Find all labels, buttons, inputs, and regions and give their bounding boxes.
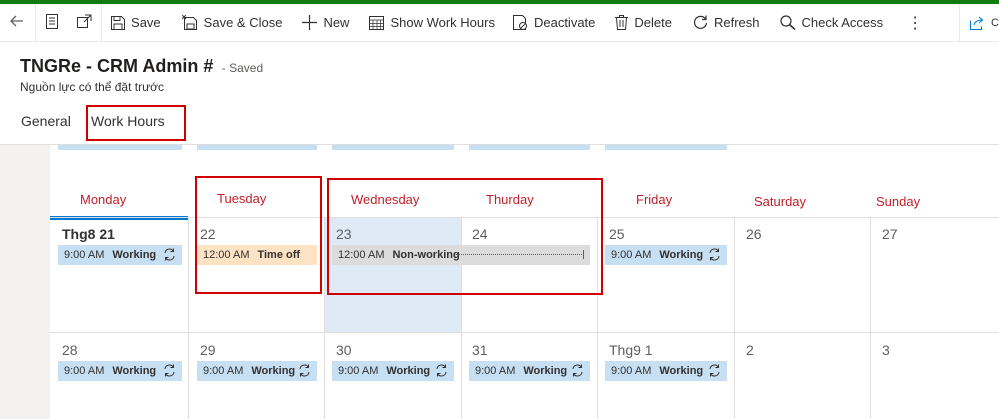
refresh-label: Refresh <box>713 15 760 30</box>
day-header-saturday: Saturday <box>754 194 807 209</box>
command-bar: Save Save & Close New Show Work Hours De… <box>0 3 999 42</box>
day-divider <box>188 218 189 419</box>
share-label: C <box>991 16 999 29</box>
event-time: 9:00 AM <box>475 365 516 377</box>
day-divider <box>734 218 735 419</box>
check-access-button[interactable]: Check Access <box>779 4 884 42</box>
date-cell-label[interactable]: 3 <box>882 342 890 358</box>
event-time: 9:00 AM <box>64 365 105 377</box>
record-title: TNGRe - CRM Admin # <box>20 56 214 76</box>
event-label: Working <box>386 365 431 377</box>
new-label: New <box>323 15 350 30</box>
form-icon <box>45 13 58 32</box>
tab-general[interactable]: General <box>21 113 71 129</box>
working-event[interactable]: 9:00 AM Working <box>469 361 590 381</box>
event-label: Working <box>112 249 157 261</box>
save-close-label: Save & Close <box>203 15 283 30</box>
date-cell-label[interactable]: 31 <box>472 342 488 358</box>
recurrence-icon <box>163 248 176 261</box>
date-cell-label[interactable]: 30 <box>336 342 352 358</box>
date-cell-label[interactable]: 25 <box>609 226 625 242</box>
event-time: 9:00 AM <box>611 249 652 261</box>
recurrence-icon <box>708 364 721 377</box>
record-header: TNGRe - CRM Admin # - Saved <box>20 56 263 77</box>
previous-week-event[interactable] <box>605 145 727 150</box>
toolbar-divider <box>959 3 961 42</box>
working-event[interactable]: 9:00 AM Working <box>605 361 727 381</box>
working-event[interactable]: 9:00 AM Working <box>58 245 182 265</box>
day-header-sunday: Sunday <box>876 194 921 209</box>
previous-week-event[interactable] <box>197 145 317 150</box>
back-button[interactable] <box>0 4 35 42</box>
event-time: 9:00 AM <box>611 365 652 377</box>
event-label: Working <box>659 249 704 261</box>
date-cell-label[interactable]: 28 <box>62 342 78 358</box>
check-access-label: Check Access <box>801 15 884 30</box>
share-icon <box>970 16 985 30</box>
delete-button[interactable]: Delete <box>615 4 672 42</box>
save-status: - Saved <box>221 61 264 75</box>
refresh-icon <box>693 15 708 30</box>
event-label: Working <box>523 365 568 377</box>
delete-label: Delete <box>634 15 672 30</box>
show-work-hours-button[interactable]: Show Work Hours <box>369 4 495 42</box>
save-icon <box>111 15 126 30</box>
day-header-friday: Friday <box>636 192 673 207</box>
share-button[interactable]: C <box>970 4 999 42</box>
tab-highlight-box <box>86 105 186 141</box>
trash-icon <box>615 15 629 30</box>
deactivate-label: Deactivate <box>533 15 596 30</box>
day-divider <box>870 218 871 419</box>
working-event[interactable]: 9:00 AM Working <box>332 361 454 381</box>
recurrence-icon <box>298 364 311 377</box>
day-header-monday: Monday <box>80 192 127 207</box>
event-label: Working <box>251 365 296 377</box>
open-new-window-button[interactable] <box>68 4 101 42</box>
plus-icon <box>302 15 318 30</box>
save-close-icon <box>181 15 198 30</box>
toolbar-divider <box>101 3 103 42</box>
deactivate-button[interactable]: Deactivate <box>512 4 596 42</box>
back-arrow-icon <box>10 14 24 31</box>
date-cell-label[interactable]: 26 <box>746 226 762 242</box>
recurrence-icon <box>708 248 721 261</box>
deactivate-icon <box>512 15 528 30</box>
date-cell-label[interactable]: Thg9 1 <box>609 342 653 358</box>
recurrence-icon <box>163 364 176 377</box>
refresh-button[interactable]: Refresh <box>693 4 760 42</box>
calendar-icon <box>369 15 385 30</box>
date-cell-label[interactable]: 29 <box>200 342 216 358</box>
more-icon: ⋮ <box>907 14 924 32</box>
event-label: Working <box>659 365 704 377</box>
previous-week-event[interactable] <box>332 145 454 150</box>
key-search-icon <box>779 15 796 30</box>
recurrence-icon <box>435 364 448 377</box>
show-work-hours-label: Show Work Hours <box>390 15 495 30</box>
save-and-close-button[interactable]: Save & Close <box>181 4 283 42</box>
working-event[interactable]: 9:00 AM Working <box>605 245 727 265</box>
date-cell-label[interactable]: 2 <box>746 342 754 358</box>
event-time: 9:00 AM <box>338 365 379 377</box>
working-event[interactable]: 9:00 AM Working <box>58 361 182 381</box>
save-label: Save <box>131 15 161 30</box>
day-divider <box>324 218 325 419</box>
event-time: 9:00 AM <box>203 365 244 377</box>
date-cell-label[interactable]: Thg8 21 <box>62 226 115 242</box>
save-button[interactable]: Save <box>111 4 161 42</box>
form-selector-button[interactable] <box>35 4 68 42</box>
event-label: Working <box>112 365 157 377</box>
working-event[interactable]: 9:00 AM Working <box>197 361 317 381</box>
wednesday-thursday-highlight-box <box>327 178 603 295</box>
more-commands-button[interactable]: ⋮ <box>907 4 923 42</box>
previous-week-event[interactable] <box>58 145 182 150</box>
new-button[interactable]: New <box>302 4 349 42</box>
recurrence-icon <box>571 364 584 377</box>
date-cell-label[interactable]: 27 <box>882 226 898 242</box>
open-new-window-icon <box>77 14 92 31</box>
tuesday-highlight-box <box>195 176 322 294</box>
entity-name: Nguồn lực có thể đặt trước <box>20 80 164 94</box>
week-divider <box>50 332 999 333</box>
event-time: 9:00 AM <box>64 249 105 261</box>
previous-week-event[interactable] <box>469 145 590 150</box>
